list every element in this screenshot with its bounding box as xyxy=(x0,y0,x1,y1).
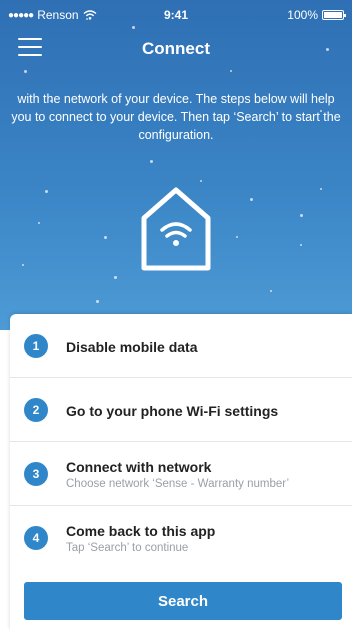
step-sublabel: Tap ‘Search’ to continue xyxy=(66,542,189,554)
step-number-badge: 2 xyxy=(24,398,48,422)
step-label: Disable mobile data xyxy=(66,339,198,355)
decorative-dot xyxy=(45,190,48,193)
decorative-dot xyxy=(104,236,107,239)
step-number-badge: 1 xyxy=(24,334,48,358)
step-item-connect-network: 3 Connect with network Choose network ‘S… xyxy=(10,442,352,506)
step-sublabel: Choose network ‘Sense - Warranty number’ xyxy=(66,478,290,490)
decorative-dot xyxy=(300,214,303,217)
battery-icon xyxy=(322,10,346,20)
decorative-dot xyxy=(250,198,253,201)
step-label: Go to your phone Wi-Fi settings xyxy=(66,403,279,419)
decorative-dot xyxy=(270,290,272,292)
decorative-dot xyxy=(114,276,117,279)
step-label: Come back to this app xyxy=(66,523,216,539)
decorative-dot xyxy=(150,160,153,163)
decorative-dot xyxy=(200,180,202,182)
house-wifi-icon xyxy=(141,187,211,271)
page-title: Connect xyxy=(142,39,210,58)
decorative-dot xyxy=(22,264,24,266)
step-label: Connect with network xyxy=(66,459,212,475)
decorative-dot xyxy=(96,300,99,303)
step-item-wifi-settings: 2 Go to your phone Wi-Fi settings xyxy=(10,378,352,442)
decorative-dot xyxy=(320,188,322,190)
step-number-badge: 3 xyxy=(24,462,48,486)
battery-percentage: 100% xyxy=(287,8,318,22)
step-item-come-back: 4 Come back to this app Tap ‘Search’ to … xyxy=(10,506,352,570)
step-number-badge: 4 xyxy=(24,526,48,550)
intro-text: with the network of your device. The ste… xyxy=(11,92,341,142)
status-bar: ●●●●● Renson 9:41 100% xyxy=(0,0,352,28)
decorative-dot xyxy=(38,222,40,224)
decorative-dot xyxy=(236,236,238,238)
decorative-dot xyxy=(24,70,27,73)
decorative-dot xyxy=(300,244,302,246)
search-button[interactable]: Search xyxy=(24,582,342,620)
decorative-dot xyxy=(230,70,232,72)
step-item-disable-mobile-data: 1 Disable mobile data xyxy=(10,314,352,378)
